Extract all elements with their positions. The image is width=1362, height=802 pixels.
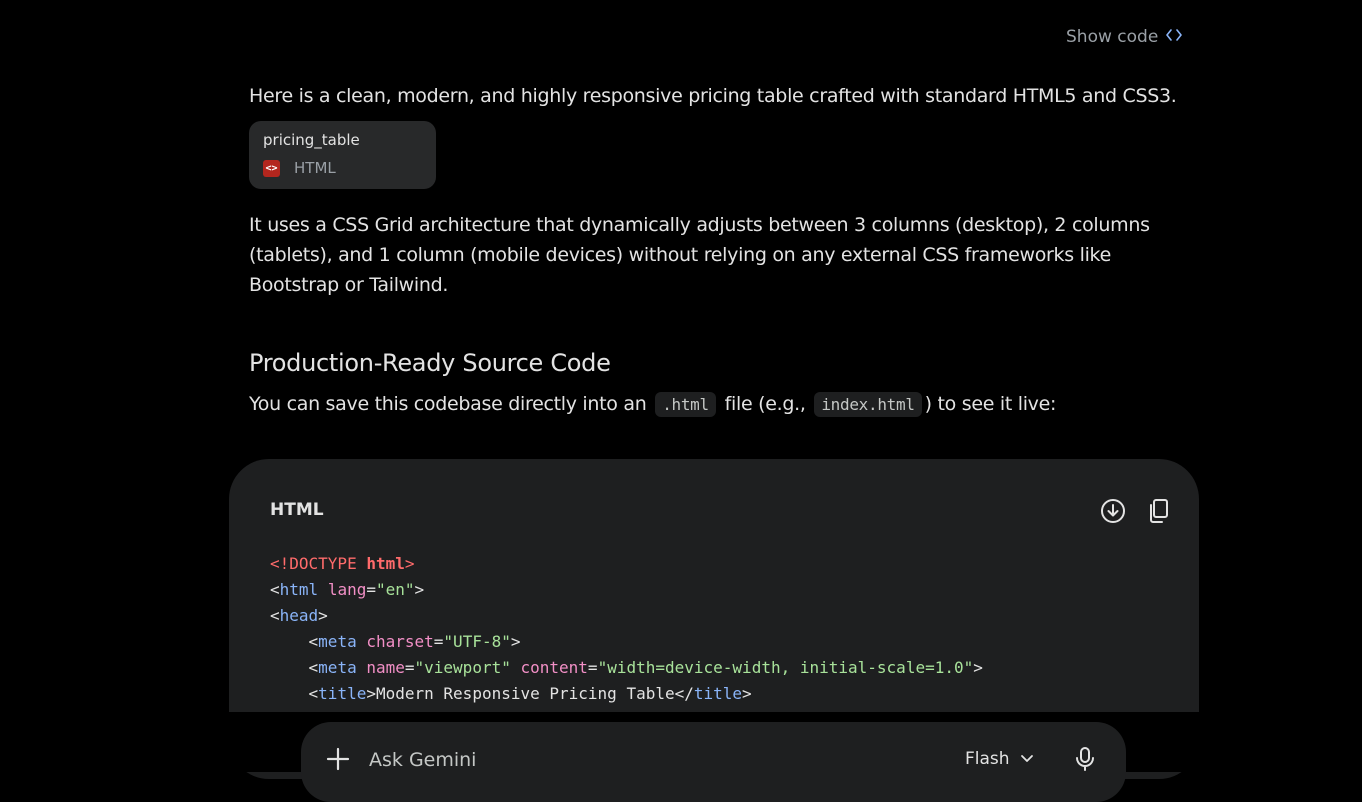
save-text-3: ) to see it live: [924,393,1057,415]
code-doctype: <!DOCTYPE html> [270,554,415,573]
code-line-meta-charset: <meta charset="UTF-8"> [270,632,521,651]
file-chip-type: HTML [294,159,336,177]
description-paragraph: It uses a CSS Grid architecture that dyn… [249,214,1150,296]
prompt-input[interactable] [369,749,869,771]
chevron-down-icon [1020,755,1033,762]
inline-code-html-ext: .html [655,392,716,417]
html-file-icon: <> [263,159,280,177]
file-chip-pricing-table[interactable]: pricing_table <> HTML [249,121,436,189]
save-text-1: You can save this codebase directly into… [249,393,647,415]
mic-icon [1076,747,1094,771]
copy-button[interactable] [1145,497,1173,525]
intro-text: Here is a clean, modern, and highly resp… [249,85,1177,107]
code-line-meta-viewport: <meta name="viewport" content="width=dev… [270,658,983,677]
code-icon [1166,28,1183,46]
code-line-head: <head> [270,606,328,625]
code-language-label: HTML [270,500,324,520]
code-content[interactable]: <!DOCTYPE html> <html lang="en"> <head> … [270,551,983,707]
plus-icon [326,747,350,771]
download-icon [1101,499,1125,523]
show-code-label: Show code [1066,27,1159,47]
copy-icon [1150,499,1168,523]
model-label: Flash [965,749,1010,769]
model-selector[interactable]: Flash [965,749,1034,769]
save-instructions: You can save this codebase directly into… [249,389,1056,420]
save-text-2: file (e.g., [724,393,806,415]
add-button[interactable] [325,746,351,772]
section-heading: Production-Ready Source Code [249,349,611,377]
prompt-input-bar: Flash [301,722,1126,802]
code-line-html: <html lang="en"> [270,580,425,599]
download-button[interactable] [1099,497,1127,525]
file-chip-name: pricing_table [263,131,360,149]
code-line-title: <title>Modern Responsive Pricing Table</… [270,684,752,703]
inline-code-index-html: index.html [814,392,922,417]
show-code-button[interactable]: Show code [1066,24,1183,50]
mic-button[interactable] [1073,746,1097,772]
